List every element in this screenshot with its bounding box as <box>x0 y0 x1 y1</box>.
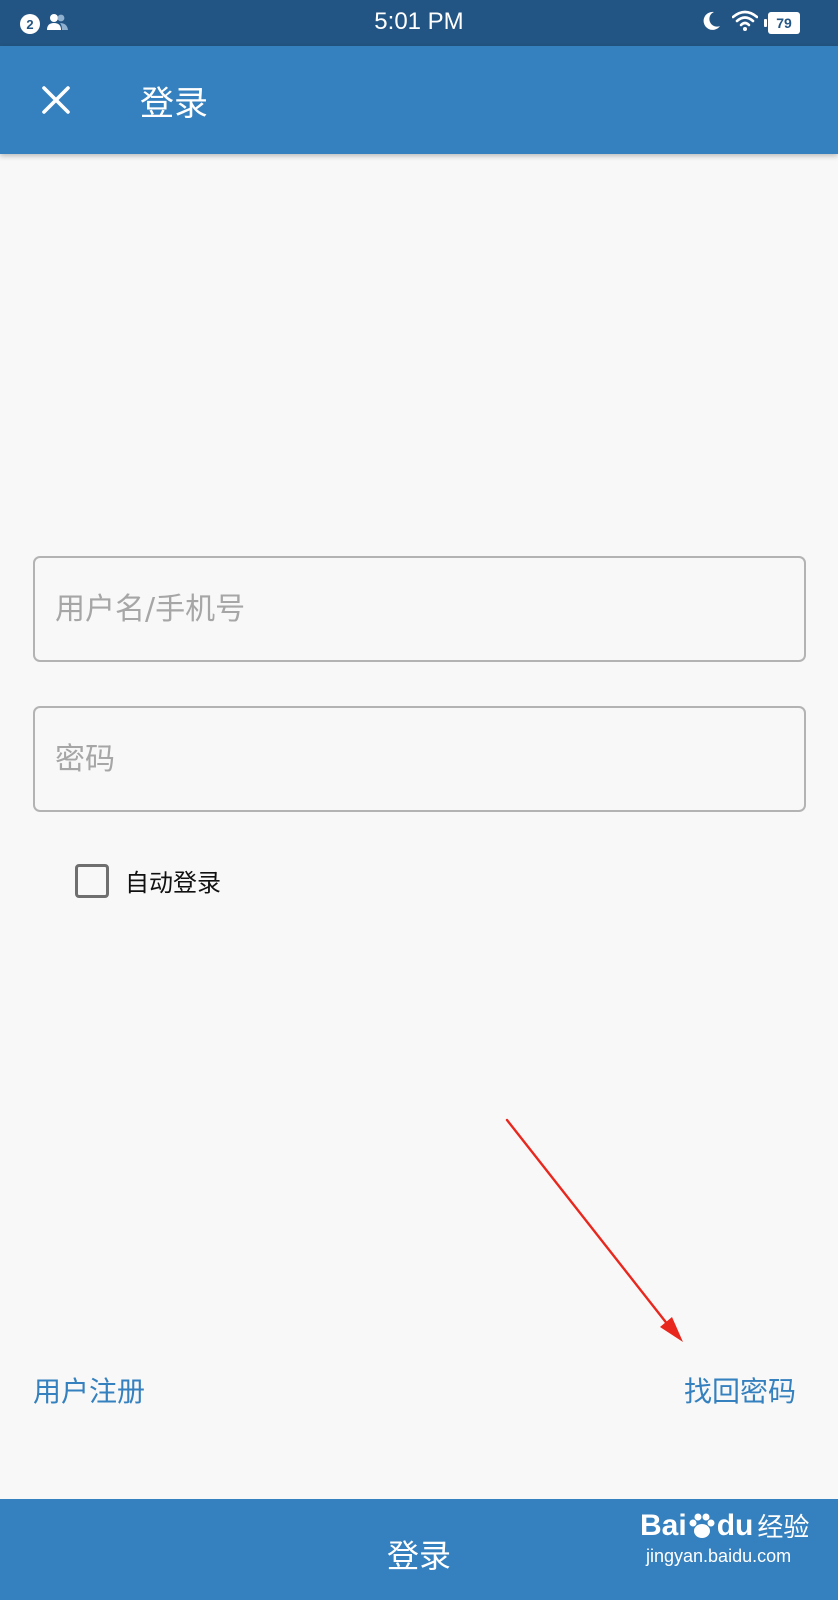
baidu-logo-tail: du <box>716 1508 754 1542</box>
auto-login-row[interactable]: 自动登录 <box>75 863 221 898</box>
username-field[interactable] <box>33 556 806 662</box>
username-input[interactable] <box>35 558 804 660</box>
close-button[interactable] <box>30 74 82 126</box>
watermark-url: jingyan.baidu.com <box>646 1546 792 1566</box>
moon-icon <box>700 10 722 36</box>
auto-login-label: 自动登录 <box>125 869 221 897</box>
page-title: 登录 <box>140 84 208 124</box>
wifi-icon <box>731 10 759 36</box>
status-bar: 2 5:01 PM 79 <box>0 0 838 46</box>
password-input[interactable] <box>35 708 804 810</box>
register-link[interactable]: 用户注册 <box>33 1370 145 1410</box>
battery-icon: 79 <box>764 12 800 34</box>
forgot-password-link[interactable]: 找回密码 <box>684 1370 796 1410</box>
password-field[interactable] <box>33 706 806 812</box>
baidu-logo: Bai du 经验 <box>640 1507 809 1544</box>
status-right: 79 <box>700 10 800 36</box>
app-bar: 登录 <box>0 46 838 154</box>
paw-icon <box>689 1513 715 1538</box>
baidu-logo-text: Bai <box>640 1508 687 1542</box>
baidu-watermark: Bai du 经验 jingyan.baidu.com <box>640 1507 809 1567</box>
login-button[interactable]: 登录 Bai du 经验 jingyan.baidu.com <box>0 1499 838 1600</box>
watermark-subtitle: 经验 <box>757 1512 810 1542</box>
auto-login-checkbox[interactable] <box>75 863 109 898</box>
close-icon <box>42 86 70 114</box>
